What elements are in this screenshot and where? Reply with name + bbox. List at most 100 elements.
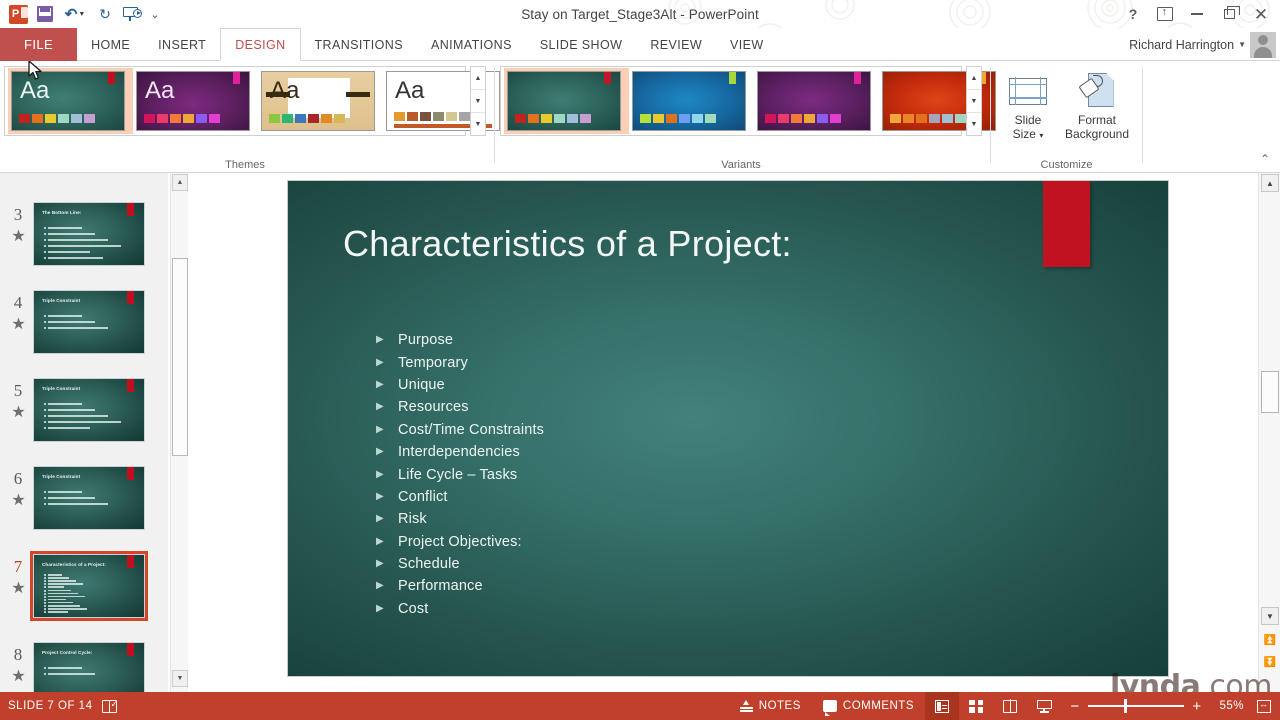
slide-bullet-item[interactable]: ▶Risk	[376, 508, 976, 530]
themes-scroll-up-icon[interactable]: ▲	[471, 67, 485, 90]
theme-facet-green[interactable]: Aa	[8, 68, 133, 134]
view-normal-button[interactable]	[925, 692, 959, 720]
slide-bullet-item[interactable]: ▶Project Objectives:	[376, 531, 976, 553]
variant-green[interactable]	[504, 68, 629, 134]
slide-bullet-item[interactable]: ▶Purpose	[376, 329, 976, 351]
help-icon[interactable]: ?	[1118, 1, 1148, 27]
slide-size-button[interactable]: Slide Size ▾	[997, 69, 1059, 157]
slide-bullet-item[interactable]: ▶Temporary	[376, 351, 976, 373]
slide-bullet-item[interactable]: ▶Unique	[376, 374, 976, 396]
slide-bullet-item[interactable]: ▶Life Cycle – Tasks	[376, 463, 976, 485]
variants-scroll-up-icon[interactable]: ▲	[967, 67, 981, 90]
close-icon[interactable]: ✕	[1246, 1, 1276, 27]
theme-facet-purple[interactable]: Aa	[133, 68, 258, 134]
slide-bullet-item[interactable]: ▶Cost/Time Constraints	[376, 419, 976, 441]
slide-thumbnail-line	[48, 403, 82, 405]
slide-bullet-item[interactable]: ▶Schedule	[376, 553, 976, 575]
slide-bullet-item[interactable]: ▶Resources	[376, 396, 976, 418]
slide-bullet-item[interactable]: ▶Conflict	[376, 486, 976, 508]
variants-more-icon[interactable]: ▼	[967, 113, 981, 135]
thumbnail-scroll-down-icon[interactable]: ▼	[172, 670, 188, 687]
chevron-down-icon[interactable]: ▼	[1238, 40, 1246, 49]
zoom-slider-handle[interactable]	[1124, 699, 1127, 713]
themes-scroll-down-icon[interactable]: ▼	[471, 90, 485, 113]
view-slide-sorter-button[interactable]	[959, 692, 993, 720]
slide-thumbnail-bullet	[44, 251, 46, 253]
ribbon-display-options-icon[interactable]	[1150, 1, 1180, 27]
fit-to-window-button[interactable]	[1252, 692, 1276, 720]
zoom-out-icon[interactable]: −	[1069, 699, 1081, 714]
format-background-button[interactable]: Format Background	[1057, 69, 1137, 157]
view-slide-show-button[interactable]	[1027, 692, 1061, 720]
bullet-marker-icon: ▶	[376, 335, 398, 345]
slide-thumbnail-line	[48, 427, 90, 429]
zoom-in-icon[interactable]: +	[1191, 699, 1203, 714]
thumbnail-slide-3[interactable]: 3★The Bottom Line:	[0, 200, 168, 288]
comments-button[interactable]: COMMENTS	[812, 692, 925, 720]
slide-thumbnail-line	[48, 583, 83, 585]
thumbnail-slide-2[interactable]	[0, 173, 168, 186]
avatar[interactable]	[1250, 32, 1276, 58]
slide-thumbnail-title: Characteristics of a Project:	[42, 562, 106, 567]
spellcheck-icon[interactable]: ✓	[102, 700, 118, 713]
variants-gallery[interactable]	[500, 66, 962, 136]
variant-red[interactable]	[879, 68, 1004, 134]
thumbnail-scrollbar[interactable]: ▲ ▼	[170, 173, 188, 692]
tab-review[interactable]: REVIEW	[636, 28, 716, 61]
tab-home[interactable]: HOME	[77, 28, 144, 61]
tab-design[interactable]: DESIGN	[220, 28, 300, 61]
thumbnail-slide-5[interactable]: 5★Triple Constraint	[0, 376, 168, 464]
slide-thumbnail-bullet	[44, 574, 46, 576]
thumbnail-scrollbar-thumb[interactable]	[172, 258, 188, 456]
slide-title[interactable]: Characteristics of a Project:	[343, 223, 1133, 265]
slide-bullet-item[interactable]: ▶Interdependencies	[376, 441, 976, 463]
restore-icon[interactable]	[1214, 1, 1244, 27]
tab-slide-show[interactable]: SLIDE SHOW	[526, 28, 637, 61]
themes-gallery-scroll[interactable]: ▲ ▼ ▼	[470, 66, 486, 136]
slide-bullet-item[interactable]: ▶Cost	[376, 598, 976, 620]
chevron-down-icon[interactable]: ▾	[1039, 131, 1043, 140]
current-slide[interactable]: Characteristics of a Project: ▶Purpose▶T…	[288, 181, 1168, 676]
thumbnail-slide-8[interactable]: 8★Project Control Cycle:	[0, 640, 168, 692]
tab-file[interactable]: FILE	[0, 28, 77, 61]
tab-transitions[interactable]: TRANSITIONS	[301, 28, 417, 61]
slide-bullet-item[interactable]: ▶Performance	[376, 575, 976, 597]
slide-thumbnail-pane[interactable]: 3★The Bottom Line:4★Triple Constraint5★T…	[0, 173, 168, 692]
minimize-icon[interactable]	[1182, 1, 1212, 27]
slide-scrollbar-thumb[interactable]	[1261, 371, 1279, 413]
account-area[interactable]: Richard Harrington ▼	[1129, 28, 1276, 61]
notes-button[interactable]: NOTES	[729, 692, 812, 720]
thumbnail-slide-4[interactable]: 4★Triple Constraint	[0, 288, 168, 376]
variant-thumbnail	[757, 71, 871, 131]
next-slide-icon[interactable]: ⏬	[1261, 653, 1279, 671]
variant-blue[interactable]	[629, 68, 754, 134]
slide-scroll-down-icon[interactable]: ▼	[1261, 607, 1279, 625]
variant-purple[interactable]	[754, 68, 879, 134]
zoom-percent[interactable]: 55%	[1210, 700, 1244, 712]
slide-thumbnail-line	[48, 321, 95, 323]
themes-more-icon[interactable]: ▼	[471, 113, 485, 135]
slide-scroll-up-icon[interactable]: ▲	[1261, 174, 1279, 192]
themes-gallery[interactable]: AaAaAaAa	[4, 66, 466, 136]
thumbnail-scroll-up-icon[interactable]: ▲	[172, 174, 188, 191]
slide-body-placeholder[interactable]: ▶Purpose▶Temporary▶Unique▶Resources▶Cost…	[376, 329, 976, 620]
tab-animations[interactable]: ANIMATIONS	[417, 28, 526, 61]
zoom-control[interactable]: − + 55%	[1061, 699, 1252, 714]
view-reading-button[interactable]	[993, 692, 1027, 720]
thumbnail-slide-7[interactable]: 7★Characteristics of a Project:	[0, 552, 168, 640]
slide-thumbnail-bullet	[44, 321, 46, 323]
slide-indicator[interactable]: SLIDE 7 OF 14	[8, 700, 92, 712]
theme-wood-type[interactable]: Aa	[258, 68, 383, 134]
slide-thumbnail-line	[48, 673, 95, 675]
slide-vertical-scrollbar[interactable]: ▲ ▼ ⏫ ⏬	[1258, 173, 1280, 692]
theme-blank-white[interactable]: Aa	[383, 68, 508, 134]
thumbnail-slide-6[interactable]: 6★Triple Constraint	[0, 464, 168, 552]
tab-view[interactable]: VIEW	[716, 28, 778, 61]
variants-scroll-down-icon[interactable]: ▼	[967, 90, 981, 113]
collapse-ribbon-icon[interactable]: ⌃	[1260, 152, 1270, 166]
variants-gallery-scroll[interactable]: ▲ ▼ ▼	[966, 66, 982, 136]
previous-slide-icon[interactable]: ⏫	[1261, 631, 1279, 649]
bullet-text: Cost	[398, 601, 428, 617]
tab-insert[interactable]: INSERT	[144, 28, 220, 61]
zoom-slider-track[interactable]	[1088, 705, 1184, 707]
